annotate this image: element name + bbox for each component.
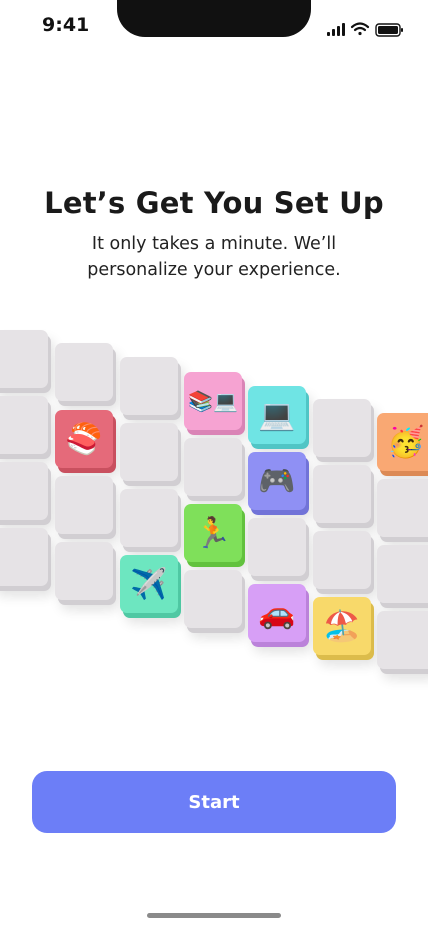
interest-tile-empty[interactable] [0, 462, 48, 520]
interest-tile-sushi[interactable]: 🍣 [55, 410, 113, 468]
interest-tile-empty[interactable] [377, 479, 428, 537]
interest-tile-game-controller[interactable]: 🎮 [248, 452, 306, 510]
interest-tile-empty[interactable] [313, 465, 371, 523]
sushi-icon: 🍣 [65, 421, 103, 457]
interest-tile-empty[interactable] [184, 570, 242, 628]
wifi-icon [350, 22, 370, 36]
game-controller-icon: 🎮 [258, 463, 296, 499]
home-indicator[interactable] [147, 913, 281, 918]
interest-tile-beach[interactable]: 🏖️ [313, 597, 371, 655]
interest-tile-empty[interactable] [55, 343, 113, 401]
laptop-icon: 💻 [258, 397, 296, 433]
interest-tile-empty[interactable] [120, 423, 178, 481]
running-icon: 🏃 [194, 515, 232, 551]
interest-tile-car[interactable]: 🚗 [248, 584, 306, 642]
interest-tile-empty[interactable] [120, 489, 178, 547]
start-button[interactable]: Start [32, 771, 396, 833]
status-bar: 9:41 [0, 0, 428, 52]
interest-tile-empty[interactable] [248, 518, 306, 576]
subtitle-line-2: personalize your experience. [87, 260, 341, 280]
page-title: Let’s Get You Set Up [44, 186, 384, 220]
interest-tile-party[interactable]: 🥳 [377, 413, 428, 471]
interest-tile-empty[interactable] [120, 357, 178, 415]
beach-icon: 🏖️ [323, 608, 361, 644]
interest-tile-airplane[interactable]: ✈️ [120, 555, 178, 613]
interest-tile-laptop[interactable]: 💻 [248, 386, 306, 444]
interest-tile-books-laptop[interactable]: 📚💻 [184, 372, 242, 430]
interest-tile-grid: 🍣 ✈️ 📚💻 🏃 💻 🎮 🚗 🏖️ 🥳 [0, 300, 428, 720]
interest-tile-empty[interactable] [184, 438, 242, 496]
interest-tile-empty[interactable] [377, 611, 428, 669]
interest-tile-running[interactable]: 🏃 [184, 504, 242, 562]
interest-tile-empty[interactable] [313, 399, 371, 457]
status-icons [327, 22, 403, 37]
party-icon: 🥳 [387, 424, 425, 460]
page-subtitle: It only takes a minute. We’ll personaliz… [50, 231, 378, 283]
interest-tile-empty[interactable] [377, 545, 428, 603]
interest-tile-empty[interactable] [0, 528, 48, 586]
airplane-icon: ✈️ [130, 566, 168, 602]
cellular-signal-icon [327, 23, 345, 36]
car-icon: 🚗 [258, 595, 296, 631]
interest-tile-empty[interactable] [0, 330, 48, 388]
interest-tile-empty[interactable] [313, 531, 371, 589]
subtitle-line-1: It only takes a minute. We’ll [91, 234, 337, 254]
interest-tile-empty[interactable] [55, 542, 113, 600]
interest-tile-empty[interactable] [0, 396, 48, 454]
books-laptop-icon: 📚💻 [188, 389, 238, 413]
interest-tile-empty[interactable] [55, 476, 113, 534]
battery-icon [375, 23, 403, 37]
